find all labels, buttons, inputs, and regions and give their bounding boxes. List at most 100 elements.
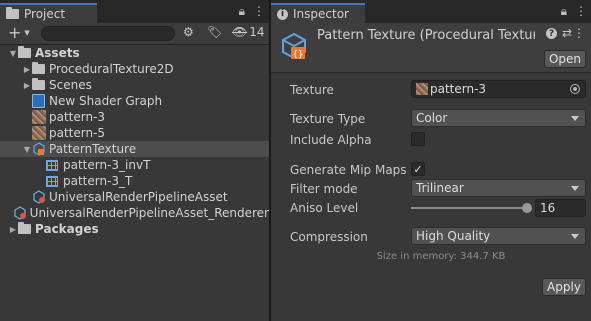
tab-inspector-label: Inspector <box>293 7 349 21</box>
generate-mips-checkbox[interactable]: ✓ <box>411 162 425 176</box>
tree-item-label: pattern-5 <box>49 126 106 140</box>
texture-thumbnail-icon <box>416 83 428 95</box>
texture-icon <box>32 126 46 140</box>
texture-type-label: Texture Type <box>290 112 366 126</box>
hidden-count: 14 <box>249 25 265 39</box>
generate-mips-label: Generate Mip Maps <box>290 163 407 177</box>
compression-value: High Quality <box>416 229 491 243</box>
folder-icon <box>18 46 31 58</box>
tree-item[interactable]: ▼ Assets <box>0 45 269 61</box>
tree-item[interactable]: pattern-3_T <box>0 173 269 189</box>
menu-dots-icon[interactable]: ⋮ <box>575 4 587 19</box>
tree-item-label: UniversalRenderPipelineAsset_Renderer <box>29 206 269 220</box>
texture-grid-icon <box>46 175 58 187</box>
shader-graph-icon <box>32 94 45 108</box>
project-panel: Project 🔒︎ ⋮ + ▼ ⚙︎ 🏷︎ 👁︎ 14 ▼ Assets ▶ Pro… <box>0 0 269 321</box>
pipeline-asset-icon <box>13 206 27 220</box>
texture-type-dropdown[interactable]: Color <box>411 109 586 127</box>
open-button[interactable]: Open <box>544 50 586 68</box>
tree-item-label: New Shader Graph <box>49 94 163 108</box>
info-icon: i <box>277 8 288 20</box>
dropdown-arrow-icon <box>571 234 579 239</box>
tab-project[interactable]: Project <box>0 3 97 23</box>
include-alpha-label: Include Alpha <box>290 133 372 147</box>
inspector-tabbar: i Inspector 🔒︎ ⋮ <box>271 0 591 23</box>
expanded-arrow-icon[interactable]: ▼ <box>22 145 32 154</box>
tree-item-label: PatternTexture <box>49 142 137 156</box>
tree-item-label: pattern-3_invT <box>63 158 151 172</box>
folder-icon <box>32 62 45 74</box>
add-button[interactable]: + ▼ <box>8 23 30 42</box>
tree-item-label: UniversalRenderPipelineAsset <box>49 190 228 204</box>
tree-item[interactable]: pattern-3_invT <box>0 157 269 173</box>
menu-dots-icon[interactable]: ⋮ <box>253 4 265 19</box>
tree-item[interactable]: UniversalRenderPipelineAsset <box>0 189 269 205</box>
tree-item[interactable]: pattern-5 <box>0 125 269 141</box>
tree-item-label: Packages <box>35 222 99 236</box>
folder-icon <box>6 7 19 19</box>
tree-item-label: Assets <box>35 46 80 60</box>
svg-text:{}: {} <box>293 50 304 60</box>
tree-item-label: ProceduralTexture2D <box>49 62 174 76</box>
collapsed-arrow-icon[interactable]: ▶ <box>22 65 32 74</box>
folder-icon <box>32 78 45 90</box>
texture-icon <box>32 110 46 124</box>
expanded-arrow-icon[interactable]: ▼ <box>8 49 18 58</box>
procedural-texture-icon <box>32 142 46 156</box>
tree-item[interactable]: pattern-3 <box>0 109 269 125</box>
apply-button[interactable]: Apply <box>542 278 586 296</box>
folder-icon <box>18 222 31 234</box>
collapsed-arrow-icon[interactable]: ▶ <box>22 81 32 90</box>
dropdown-arrow-icon <box>571 186 579 191</box>
filter-mode-value: Trilinear <box>416 181 464 195</box>
tree-item[interactable]: ▶ Scenes <box>0 77 269 93</box>
hidden-packages-button[interactable]: 👁︎ 14 <box>232 25 265 39</box>
dropdown-arrow-icon <box>571 116 579 121</box>
tree-item-label: pattern-3_T <box>63 174 133 188</box>
aniso-level-slider[interactable] <box>411 203 532 213</box>
tree-item[interactable]: ▶ Packages <box>0 221 269 237</box>
project-tabbar: Project 🔒︎ ⋮ <box>0 0 269 23</box>
memory-size-text: Size in memory: 344.7 KB <box>376 251 506 262</box>
search-by-type-icon[interactable]: ⚙︎ <box>183 25 194 39</box>
inspector-panel: i Inspector 🔒︎ ⋮ {} Pattern Texture (Pro… <box>271 0 591 321</box>
lock-icon[interactable]: 🔒︎ <box>239 4 245 19</box>
preset-sliders-icon[interactable]: ⇄ <box>562 26 572 40</box>
collapsed-arrow-icon[interactable]: ▶ <box>8 225 18 234</box>
aniso-level-label: Aniso Level <box>290 201 359 215</box>
eye-slash-icon: 👁︎ <box>232 25 248 39</box>
tree-item[interactable]: ▼ PatternTexture <box>0 141 269 157</box>
project-toolbar: + ▼ ⚙︎ 🏷︎ 👁︎ 14 <box>0 23 269 45</box>
texture-type-value: Color <box>416 111 448 125</box>
add-button-label: + <box>8 23 22 42</box>
filter-mode-label: Filter mode <box>290 182 358 196</box>
help-icon[interactable]: ? <box>546 28 557 39</box>
label-tag-icon[interactable]: 🏷︎ <box>207 25 222 39</box>
texture-value: pattern-3 <box>430 82 487 96</box>
include-alpha-checkbox[interactable] <box>411 132 425 146</box>
chevron-down-icon: ▼ <box>24 28 30 37</box>
search-input[interactable] <box>41 26 175 41</box>
inspector-header: {} Pattern Texture (Procedural Texture 2… <box>271 23 591 73</box>
tree-item[interactable]: ▶ ProceduralTexture2D <box>0 61 269 77</box>
pipeline-asset-icon <box>32 190 46 204</box>
texture-grid-icon <box>46 159 58 171</box>
tree-item[interactable]: UniversalRenderPipelineAsset_Renderer <box>0 205 269 221</box>
tree-item-label: Scenes <box>49 78 92 92</box>
inspector-title: Pattern Texture (Procedural Texture 2D) <box>317 28 535 43</box>
compression-label: Compression <box>290 230 368 244</box>
tab-project-label: Project <box>24 7 66 21</box>
tree-item[interactable]: New Shader Graph <box>0 93 269 109</box>
aniso-slider-handle[interactable] <box>522 203 532 213</box>
filter-mode-dropdown[interactable]: Trilinear <box>411 179 586 197</box>
texture-object-field[interactable]: pattern-3 <box>411 80 586 98</box>
tree-item-label: pattern-3 <box>49 110 106 124</box>
context-menu-icon[interactable]: ⋮ <box>573 26 585 40</box>
compression-dropdown[interactable]: High Quality <box>411 227 586 245</box>
texture-label: Texture <box>290 83 334 97</box>
tab-inspector[interactable]: i Inspector <box>271 3 365 23</box>
object-picker-icon[interactable] <box>570 84 580 94</box>
lock-icon[interactable]: 🔒︎ <box>561 4 567 19</box>
aniso-level-field[interactable]: 16 <box>535 199 586 217</box>
procedural-texture-icon: {} <box>282 32 306 60</box>
